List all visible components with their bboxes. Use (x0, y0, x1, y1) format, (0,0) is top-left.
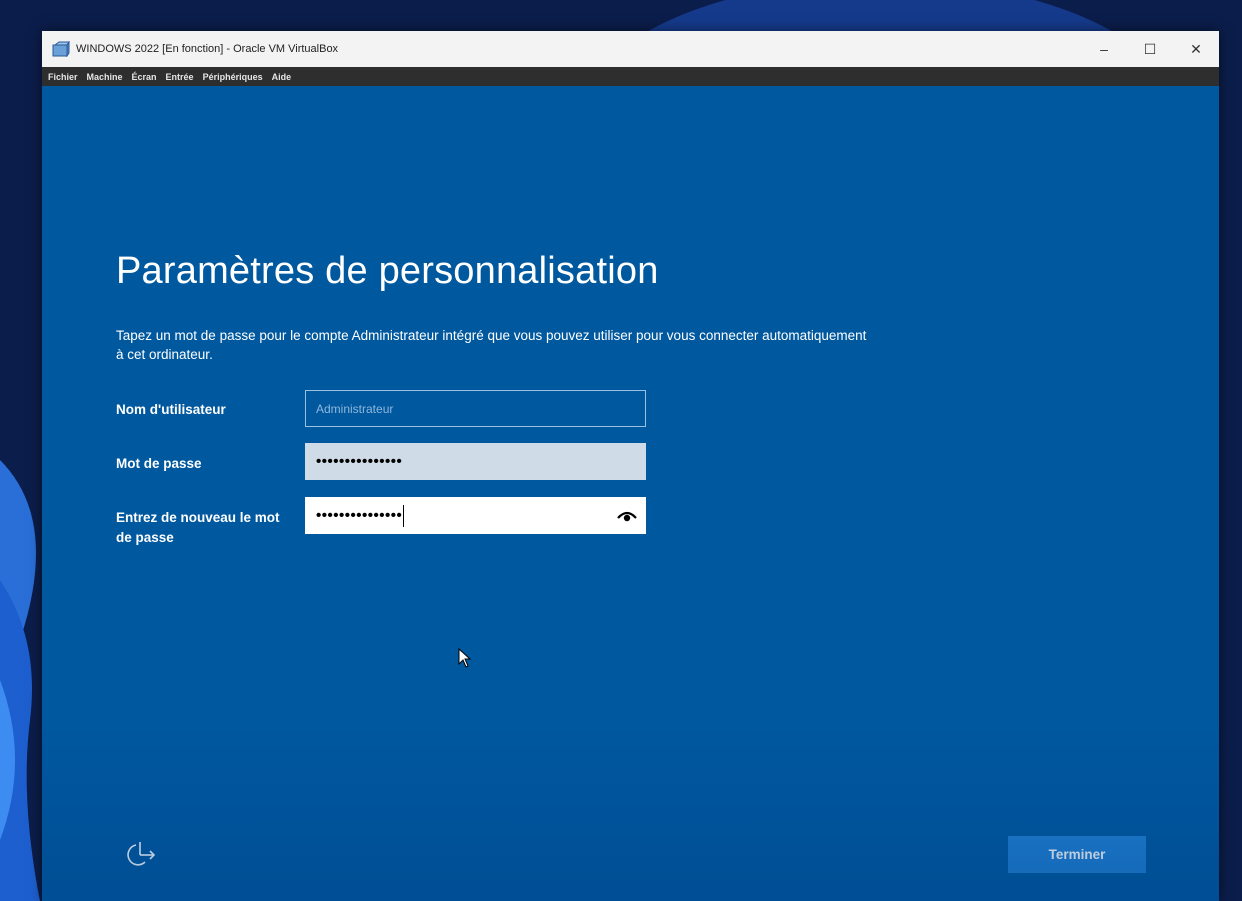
setup-screen: Paramètres de personnalisation Tapez un … (42, 86, 1219, 901)
text-caret (403, 504, 405, 527)
minimize-button[interactable]: – (1081, 31, 1127, 67)
confirm-password-label: Entrez de nouveau le mot de passe (116, 510, 280, 545)
password-label: Mot de passe (116, 456, 202, 471)
setup-description: Tapez un mot de passe pour le compte Adm… (116, 328, 867, 362)
window-titlebar[interactable]: WINDOWS 2022 [En fonction] - Oracle VM V… (42, 31, 1219, 67)
confirm-password-value: ••••••••••••••• (316, 507, 403, 524)
finish-button[interactable]: Terminer (1008, 836, 1146, 873)
menu-ecran[interactable]: Écran (132, 72, 157, 82)
virtualbox-window: WINDOWS 2022 [En fonction] - Oracle VM V… (42, 31, 1219, 901)
menu-fichier[interactable]: Fichier (48, 72, 78, 82)
username-placeholder: Administrateur (316, 401, 394, 416)
password-field[interactable]: ••••••••••••••• (305, 443, 646, 480)
confirm-password-field[interactable]: ••••••••••••••• (305, 497, 646, 534)
maximize-button[interactable]: ☐ (1127, 31, 1173, 67)
eye-reveal-icon[interactable] (617, 507, 637, 525)
menu-machine[interactable]: Machine (87, 72, 123, 82)
menu-entree[interactable]: Entrée (166, 72, 194, 82)
password-value: ••••••••••••••• (316, 453, 403, 470)
username-field[interactable]: Administrateur (305, 390, 646, 427)
ease-of-access-icon[interactable] (122, 836, 158, 872)
page-title: Paramètres de personnalisation (116, 250, 659, 292)
close-button[interactable]: ✕ (1173, 31, 1219, 67)
menu-bar: Fichier Machine Écran Entrée Périphériqu… (42, 67, 1219, 86)
username-label: Nom d'utilisateur (116, 402, 226, 417)
menu-aide[interactable]: Aide (272, 72, 292, 82)
mouse-pointer-icon (458, 647, 472, 668)
virtualbox-icon (52, 41, 70, 57)
window-title: WINDOWS 2022 [En fonction] - Oracle VM V… (76, 43, 339, 55)
menu-peripheriques[interactable]: Périphériques (203, 72, 263, 82)
